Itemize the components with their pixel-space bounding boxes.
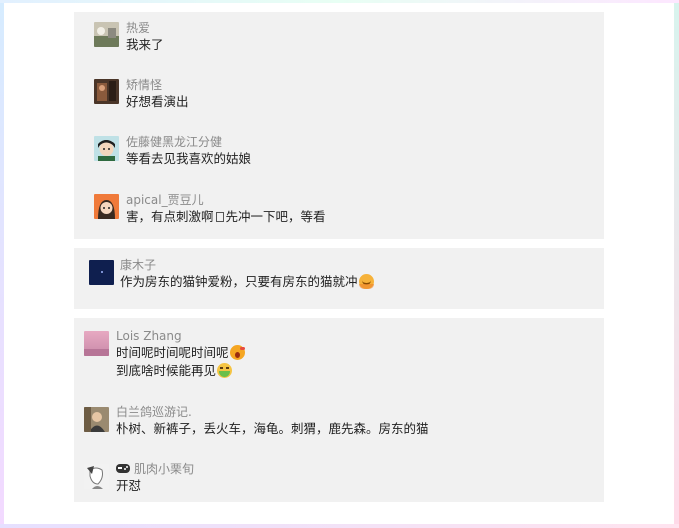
commenter-name[interactable]: apical_贾豆儿	[126, 192, 326, 208]
commenter-name-row[interactable]: 肌肉小栗旬	[116, 461, 194, 477]
comment-text-part: 时间呢时间呢时间呢	[116, 345, 229, 360]
comment-text: 时间呢时间呢时间呢	[116, 344, 245, 362]
comment-text: 害，有点刺激啊 先冲一下吧，等看	[126, 208, 326, 226]
comment-text-part: 先冲一下吧，等看	[225, 209, 326, 224]
comment-text: 开怼	[116, 478, 142, 493]
comment-card-1: 热爱 我来了 矫情怪 好想看演出 佐藤健黑龙江分健 等看去见我喜欢的姑娘 api…	[74, 12, 604, 239]
hugging-face-emoji-icon	[358, 274, 374, 289]
sketch-portrait-avatar[interactable]	[84, 464, 109, 489]
comment-text: 等看去见我喜欢的姑娘	[126, 151, 252, 166]
landscape-photo-avatar[interactable]	[94, 22, 119, 47]
comment-card-3: Lois Zhang 时间呢时间呢时间呢 到底啥时候能再见 白兰鸽巡游记. 朴树…	[74, 318, 604, 502]
dark-photo-avatar[interactable]	[94, 79, 119, 104]
comment-text: 到底啥时候能再见	[116, 362, 245, 380]
dark-blue-avatar[interactable]	[89, 260, 114, 285]
commenter-name[interactable]: 佐藤健黑龙江分健	[126, 134, 251, 150]
commenter-name[interactable]: 热爱	[126, 20, 164, 36]
nauseated-face-emoji-icon	[217, 363, 233, 378]
astonished-face-emoji-icon	[229, 345, 245, 360]
comment-text: 我来了	[126, 37, 164, 52]
comment-text-part: 到底啥时候能再见	[116, 363, 217, 378]
cartoon-girl-orange-avatar[interactable]	[94, 194, 119, 219]
right-gradient-edge	[674, 0, 679, 528]
comment-card-2: 康木子 作为房东的猫钟爱粉，只要有房东的猫就冲	[74, 248, 604, 309]
comment-text: 作为房东的猫钟爱粉，只要有房东的猫就冲	[120, 273, 374, 291]
game-controller-icon	[116, 464, 130, 473]
comment-text-part: 害，有点刺激啊	[126, 209, 214, 224]
left-gradient-edge	[0, 0, 4, 528]
missing-glyph-icon	[215, 212, 224, 222]
comment-text: 好想看演出	[126, 94, 189, 109]
comment-text-part: 作为房东的猫钟爱粉，只要有房东的猫就冲	[120, 274, 358, 289]
commenter-name[interactable]: 矫情怪	[126, 77, 189, 93]
commenter-name[interactable]: 白兰鸽巡游记.	[116, 404, 429, 420]
anime-boy-avatar[interactable]	[94, 136, 119, 161]
commenter-name[interactable]: 康木子	[120, 257, 374, 273]
bottom-gradient-edge	[0, 524, 679, 528]
commenter-name[interactable]: 肌肉小栗旬	[134, 462, 194, 476]
commenter-name[interactable]: Lois Zhang	[116, 328, 245, 344]
top-gradient-edge	[0, 0, 679, 3]
pink-sky-avatar[interactable]	[84, 331, 109, 356]
person-photo-avatar[interactable]	[84, 407, 109, 432]
comment-text: 朴树、新裤子，丢火车，海龟。刺猬，鹿先森。房东的猫	[116, 421, 429, 436]
